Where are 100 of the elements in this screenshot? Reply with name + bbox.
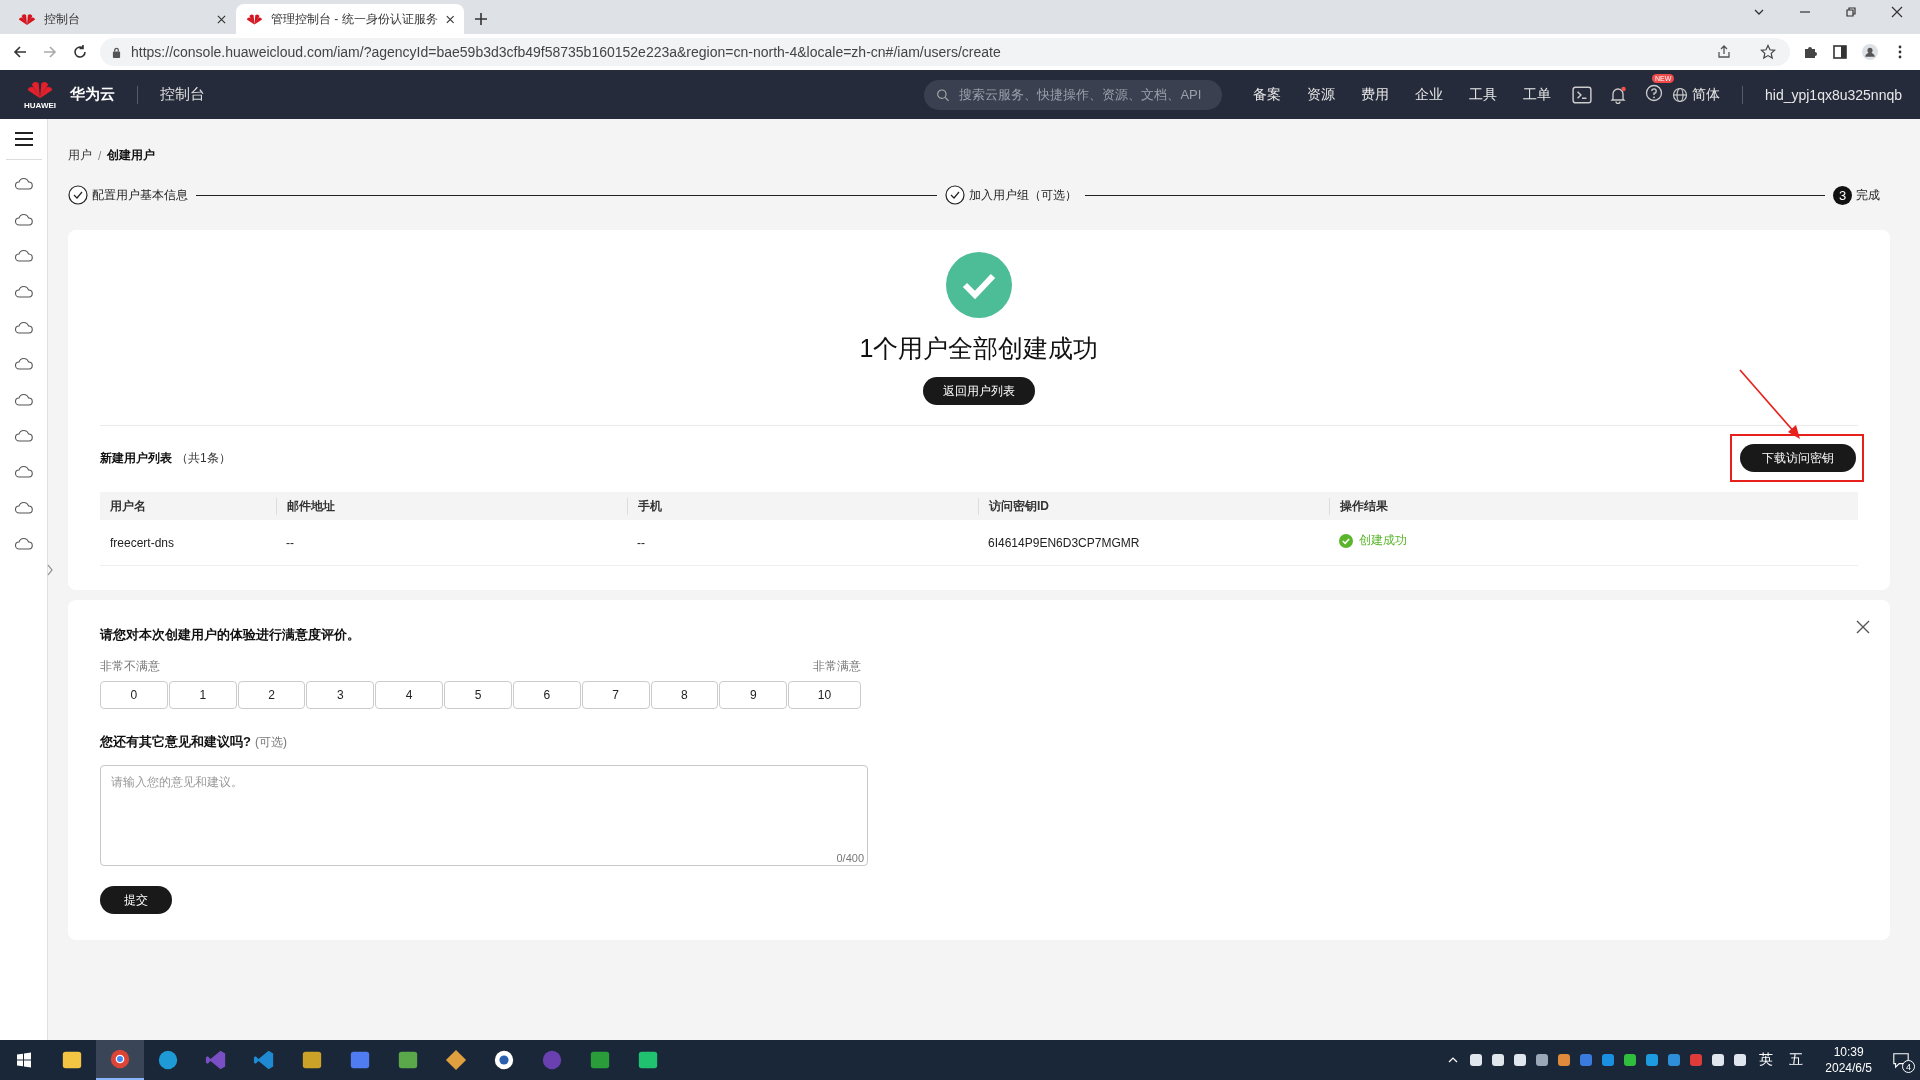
input-language[interactable]: 英 xyxy=(1759,1051,1774,1069)
comment-question: 您还有其它意见和建议吗? xyxy=(100,733,251,751)
status-text: 创建成功 xyxy=(1359,532,1407,549)
cloud-service-icon[interactable] xyxy=(13,320,34,336)
step-label: 完成 xyxy=(1856,186,1880,204)
result-title: 1个用户全部创建成功 xyxy=(859,333,1099,364)
back-to-list-button[interactable]: 返回用户列表 xyxy=(923,377,1035,405)
scale-low-label: 非常不满意 xyxy=(100,658,160,675)
rating-button[interactable]: 0 xyxy=(100,681,168,709)
app-icon xyxy=(493,1049,515,1071)
app-icon xyxy=(301,1049,323,1071)
tray-icon[interactable] xyxy=(1710,1052,1727,1068)
step-label: 配置用户基本信息 xyxy=(92,186,188,204)
cloud-service-icon[interactable] xyxy=(13,356,34,372)
survey-question: 请您对本次创建用户的体验进行满意度评价。 xyxy=(100,626,360,644)
input-mode[interactable]: 五 xyxy=(1789,1051,1804,1069)
clock-time[interactable]: 10:39 xyxy=(1833,1044,1864,1060)
close-tab-icon[interactable] xyxy=(445,14,454,24)
app-icon xyxy=(109,1048,131,1070)
rating-button[interactable]: 6 xyxy=(512,681,581,709)
step-check-icon xyxy=(944,185,965,205)
rating-button[interactable]: 7 xyxy=(581,681,650,709)
cloud-service-icon[interactable] xyxy=(13,248,34,264)
rating-button[interactable]: 10 xyxy=(788,681,861,709)
terminal-icon[interactable] xyxy=(1572,85,1592,104)
nav-link[interactable]: 备案 xyxy=(1253,85,1281,104)
tray-icon[interactable] xyxy=(1732,1052,1749,1068)
table-cell-text: -- xyxy=(636,535,646,550)
rating-button[interactable]: 4 xyxy=(375,681,444,709)
search-field[interactable]: 搜索云服务、快捷操作、资源、文档、API xyxy=(924,79,1222,110)
success-icon xyxy=(946,252,1012,318)
app-icon xyxy=(397,1049,419,1071)
clock-date[interactable]: 2024/6/5 xyxy=(1825,1060,1872,1076)
close-icon[interactable] xyxy=(1856,620,1870,634)
cloud-service-icon[interactable] xyxy=(13,500,34,516)
rating-button[interactable]: 8 xyxy=(650,681,719,709)
success-icon xyxy=(1339,533,1353,548)
app-icon xyxy=(589,1049,611,1071)
download-key-button[interactable]: 下载访问密钥 xyxy=(1740,444,1856,472)
profile-icon[interactable] xyxy=(1860,44,1880,60)
help-icon[interactable] xyxy=(1644,84,1664,102)
rating-button[interactable]: 9 xyxy=(719,681,788,709)
nav-link[interactable]: 工具 xyxy=(1469,85,1497,104)
optional-note: (可选) xyxy=(254,734,287,751)
app-icon xyxy=(253,1049,275,1071)
brand-name[interactable]: 华为云 xyxy=(70,85,115,104)
restore-icon[interactable] xyxy=(1844,5,1858,19)
rating-button[interactable]: 3 xyxy=(306,681,375,709)
table-cell-text: freecert-dns xyxy=(109,535,176,550)
address-bar[interactable]: https://console.huaweicloud.com/iam/?agencyId=bae59b3d3cfb49f58735b160152e223a&region=cn-north-4&locale=zh-cn#/iam/users/create xyxy=(100,38,1790,66)
app-icon xyxy=(61,1049,83,1071)
app-icon xyxy=(445,1049,467,1071)
tray-icon[interactable] xyxy=(1556,1052,1573,1068)
cloud-service-icon[interactable] xyxy=(13,392,34,408)
cloud-service-icon[interactable] xyxy=(13,428,34,444)
close-icon[interactable] xyxy=(1890,5,1904,19)
app-icon xyxy=(205,1049,227,1071)
star-icon[interactable] xyxy=(1758,44,1778,60)
tray-icon[interactable] xyxy=(1512,1052,1529,1068)
side-panel-icon[interactable] xyxy=(1830,44,1850,60)
cloud-service-icon[interactable] xyxy=(13,176,34,192)
tray-icon[interactable] xyxy=(1534,1052,1551,1068)
character-counter: 0/400 xyxy=(836,852,864,864)
browser-tab[interactable]: 管理控制台 - 统一身份认证服务 xyxy=(236,4,464,34)
submit-button[interactable]: 提交 xyxy=(100,886,172,914)
nav-link[interactable]: 企业 xyxy=(1415,85,1443,104)
nav-link[interactable]: 费用 xyxy=(1361,85,1389,104)
step-check-icon xyxy=(68,185,88,205)
flower-logo-icon[interactable] xyxy=(26,79,54,101)
breadcrumb-link[interactable]: 用户 xyxy=(68,147,92,164)
tray-icon[interactable] xyxy=(1468,1052,1485,1068)
new-tab-icon[interactable] xyxy=(474,12,488,26)
globe-icon[interactable] xyxy=(1672,86,1688,103)
list-title: 新建用户列表 xyxy=(100,449,172,467)
column-header: 访问密钥ID xyxy=(978,497,1329,515)
table-cell-text: 6I4614P9EN6D3CP7MGMR xyxy=(987,535,1141,550)
cloud-service-icon[interactable] xyxy=(13,284,34,300)
list-count: （共1条） xyxy=(176,449,231,467)
language-link[interactable]: 简体 xyxy=(1692,85,1720,104)
expand-icon[interactable] xyxy=(46,563,54,577)
cloud-service-icon[interactable] xyxy=(13,212,34,228)
nav-link[interactable]: 资源 xyxy=(1307,85,1335,104)
rating-button[interactable]: 2 xyxy=(237,681,306,709)
menu-icon[interactable] xyxy=(13,131,34,147)
app-icon xyxy=(541,1049,563,1071)
nav-link[interactable]: 工单 xyxy=(1523,85,1551,104)
tray-icon[interactable] xyxy=(1490,1052,1507,1068)
console-link[interactable]: 控制台 xyxy=(160,85,205,104)
rating-button[interactable]: 5 xyxy=(444,681,512,709)
account-name[interactable]: hid_ypj1qx8u325nnqb xyxy=(1765,86,1902,103)
rating-button[interactable]: 1 xyxy=(168,681,237,709)
close-tab-icon[interactable] xyxy=(217,14,226,24)
scale-high-label: 非常满意 xyxy=(813,658,861,675)
bell-icon[interactable] xyxy=(1608,85,1628,104)
browser-tab[interactable]: 控制台 xyxy=(8,4,236,34)
cloud-service-icon[interactable] xyxy=(13,464,34,480)
tray-icon[interactable] xyxy=(1644,1052,1661,1068)
notification-icon[interactable] xyxy=(1892,1051,1910,1069)
tray-icon[interactable] xyxy=(1622,1052,1639,1068)
cloud-service-icon[interactable] xyxy=(13,536,34,552)
